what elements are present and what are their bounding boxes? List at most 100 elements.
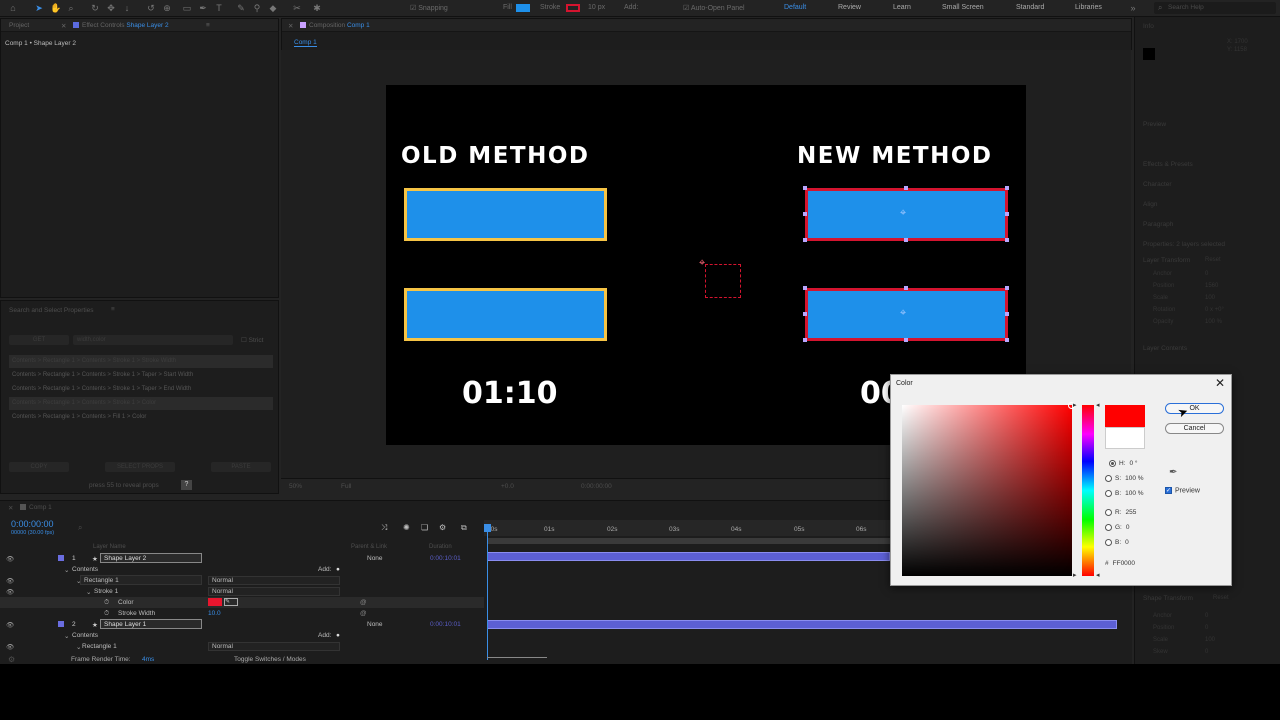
rectangle-group[interactable]: Rectangle 1 bbox=[82, 643, 117, 650]
workspace-standard[interactable]: Standard bbox=[1016, 4, 1044, 11]
anchor-point-icon[interactable]: ⌖ bbox=[900, 208, 906, 219]
clone-tool-icon[interactable]: ⚲ bbox=[252, 3, 262, 13]
close-icon[interactable]: ✕ bbox=[1215, 376, 1225, 390]
workspace-overflow-icon[interactable]: » bbox=[1128, 3, 1138, 13]
new-rectangle-top[interactable] bbox=[805, 188, 1008, 241]
puppet-tool-icon[interactable]: ✱ bbox=[312, 3, 322, 13]
label-color-icon[interactable] bbox=[58, 555, 64, 561]
hand-tool-icon[interactable]: ✋ bbox=[50, 3, 61, 13]
transform-handle[interactable] bbox=[803, 186, 807, 190]
transform-handle[interactable] bbox=[904, 238, 908, 242]
effects-presets-title[interactable]: Effects & Presets bbox=[1143, 161, 1193, 168]
type-tool-icon[interactable]: T bbox=[214, 3, 224, 13]
ok-button[interactable]: OK bbox=[1165, 403, 1224, 414]
work-area-bar[interactable] bbox=[487, 538, 890, 544]
reset-link[interactable]: Reset bbox=[1213, 595, 1229, 601]
pick-whip-icon[interactable]: @ bbox=[360, 610, 367, 617]
property-query-input[interactable]: width,color bbox=[73, 335, 233, 345]
disclosure-icon[interactable]: ⌄ bbox=[64, 632, 69, 640]
transform-handle[interactable] bbox=[904, 286, 908, 290]
stopwatch-icon[interactable]: ⏱ bbox=[104, 599, 109, 607]
color-swatch[interactable] bbox=[208, 598, 222, 606]
tab-composition[interactable]: Composition Comp 1 bbox=[300, 22, 370, 29]
get-button[interactable]: GET bbox=[9, 335, 69, 345]
workspace-small-screen[interactable]: Small Screen bbox=[942, 4, 984, 11]
parent-dropdown[interactable]: None bbox=[367, 621, 383, 628]
transform-handle[interactable] bbox=[1005, 238, 1009, 242]
r-value[interactable]: 255 bbox=[1126, 509, 1137, 516]
parent-dropdown[interactable]: None bbox=[367, 555, 383, 562]
prop-value[interactable]: 0 bbox=[1205, 649, 1208, 655]
pen-tool-icon[interactable]: ✒ bbox=[198, 3, 208, 13]
prop-value[interactable]: 100 bbox=[1205, 295, 1215, 301]
table-row[interactable]: 👁 ⌄ Rectangle 1 Normal bbox=[0, 575, 484, 586]
hex-value[interactable]: FF0000 bbox=[1113, 560, 1135, 567]
align-title[interactable]: Align bbox=[1143, 201, 1157, 208]
search-help-input[interactable]: ⌕ Search Help bbox=[1154, 2, 1276, 14]
workspace-libraries[interactable]: Libraries bbox=[1075, 4, 1102, 11]
tab-project[interactable]: Project bbox=[9, 22, 29, 29]
radio-h[interactable] bbox=[1109, 460, 1116, 467]
b-value[interactable]: 100 % bbox=[1125, 490, 1143, 497]
stroke-width-value[interactable]: 10.0 bbox=[208, 610, 221, 617]
add-arrow-icon[interactable]: ● bbox=[336, 566, 340, 573]
radio-g[interactable] bbox=[1105, 524, 1112, 531]
disclosure-icon[interactable]: ⌄ bbox=[76, 643, 81, 651]
paste-button[interactable]: PASTE bbox=[211, 462, 271, 472]
close-icon[interactable]: ✕ bbox=[288, 22, 293, 30]
brightness-field[interactable]: B: 100 % bbox=[1105, 490, 1144, 500]
hue-arrow-left-icon[interactable]: ▸ bbox=[1073, 401, 1077, 409]
hex-field[interactable]: # FF0000 bbox=[1105, 560, 1135, 570]
transform-handle[interactable] bbox=[803, 312, 807, 316]
timeline-timecode[interactable]: 0:00:00:00 bbox=[11, 519, 54, 529]
prop-value[interactable]: 0 bbox=[1205, 625, 1208, 631]
transform-handle[interactable] bbox=[803, 212, 807, 216]
hue-arrow-right-icon[interactable]: ◂ bbox=[1096, 571, 1100, 579]
playhead[interactable] bbox=[487, 524, 488, 660]
selection-tool-icon[interactable]: ➤ bbox=[34, 3, 44, 13]
eye-icon[interactable]: 👁 bbox=[6, 643, 14, 651]
layer-name[interactable]: Shape Layer 2 bbox=[100, 553, 202, 563]
zoom-tool-icon[interactable]: ⌕ bbox=[66, 3, 76, 13]
toggle-switches-modes[interactable]: Toggle Switches / Modes bbox=[234, 656, 306, 663]
table-row[interactable]: 👁 ⌄ Rectangle 1 Normal bbox=[0, 641, 484, 652]
reset-link[interactable]: Reset bbox=[1205, 257, 1221, 263]
add-menu[interactable]: Add: bbox=[318, 566, 331, 573]
cancel-button[interactable]: Cancel bbox=[1165, 423, 1224, 434]
layer-name[interactable]: Shape Layer 1 bbox=[100, 619, 202, 629]
list-item[interactable]: Contents > Rectangle 1 > Contents > Stro… bbox=[9, 383, 273, 396]
transform-handle[interactable] bbox=[1005, 212, 1009, 216]
table-row[interactable]: 👁 1 ★ Shape Layer 2 None 0:00:10:01 bbox=[0, 553, 484, 564]
orbit-tool-icon[interactable]: ↻ bbox=[90, 3, 100, 13]
s-value[interactable]: 100 % bbox=[1125, 475, 1143, 482]
transform-handle[interactable] bbox=[1005, 338, 1009, 342]
old-rectangle-bottom[interactable] bbox=[404, 288, 607, 341]
snapping-checkbox[interactable]: ☑ Snapping bbox=[410, 4, 448, 12]
blend-mode-dropdown[interactable]: Normal bbox=[208, 642, 340, 651]
table-row[interactable]: 👁 ⌄ Stroke 1 Normal bbox=[0, 586, 484, 597]
disclosure-icon[interactable]: ⌄ bbox=[64, 566, 69, 574]
rotate-tool-icon[interactable]: ↺ bbox=[146, 3, 156, 13]
saturation-field[interactable]: S: 100 % bbox=[1105, 475, 1144, 485]
auto-open-checkbox[interactable]: ☑ Auto-Open Panel bbox=[683, 4, 745, 12]
panel-menu-icon[interactable]: ≡ bbox=[111, 306, 115, 313]
zoom-dropdown[interactable]: 50% bbox=[289, 483, 302, 490]
radio-b[interactable] bbox=[1105, 490, 1112, 497]
add-menu[interactable]: Add: bbox=[318, 632, 331, 639]
comp-subtab[interactable]: Comp 1 bbox=[294, 39, 317, 47]
close-icon[interactable]: ✕ bbox=[61, 22, 66, 30]
prop-value[interactable]: 100 % bbox=[1205, 319, 1222, 325]
hue-arrow-right-icon[interactable]: ◂ bbox=[1096, 401, 1100, 409]
help-icon[interactable]: ? bbox=[181, 480, 192, 490]
exposure-value[interactable]: +0.0 bbox=[501, 483, 514, 490]
transform-handle[interactable] bbox=[803, 338, 807, 342]
layer-track-bar[interactable] bbox=[487, 620, 1117, 629]
list-item[interactable]: Contents > Rectangle 1 > Contents > Stro… bbox=[9, 397, 273, 410]
eraser-tool-icon[interactable]: ◆ bbox=[268, 3, 278, 13]
prop-value[interactable]: 0 x +0° bbox=[1205, 307, 1224, 313]
transform-handle[interactable] bbox=[1005, 312, 1009, 316]
old-rectangle-top[interactable] bbox=[404, 188, 607, 241]
comp-flowchart-icon[interactable]: ⤨ bbox=[381, 523, 387, 533]
red-field[interactable]: R: 255 bbox=[1105, 509, 1136, 519]
resolution-dropdown[interactable]: Full bbox=[341, 483, 351, 490]
